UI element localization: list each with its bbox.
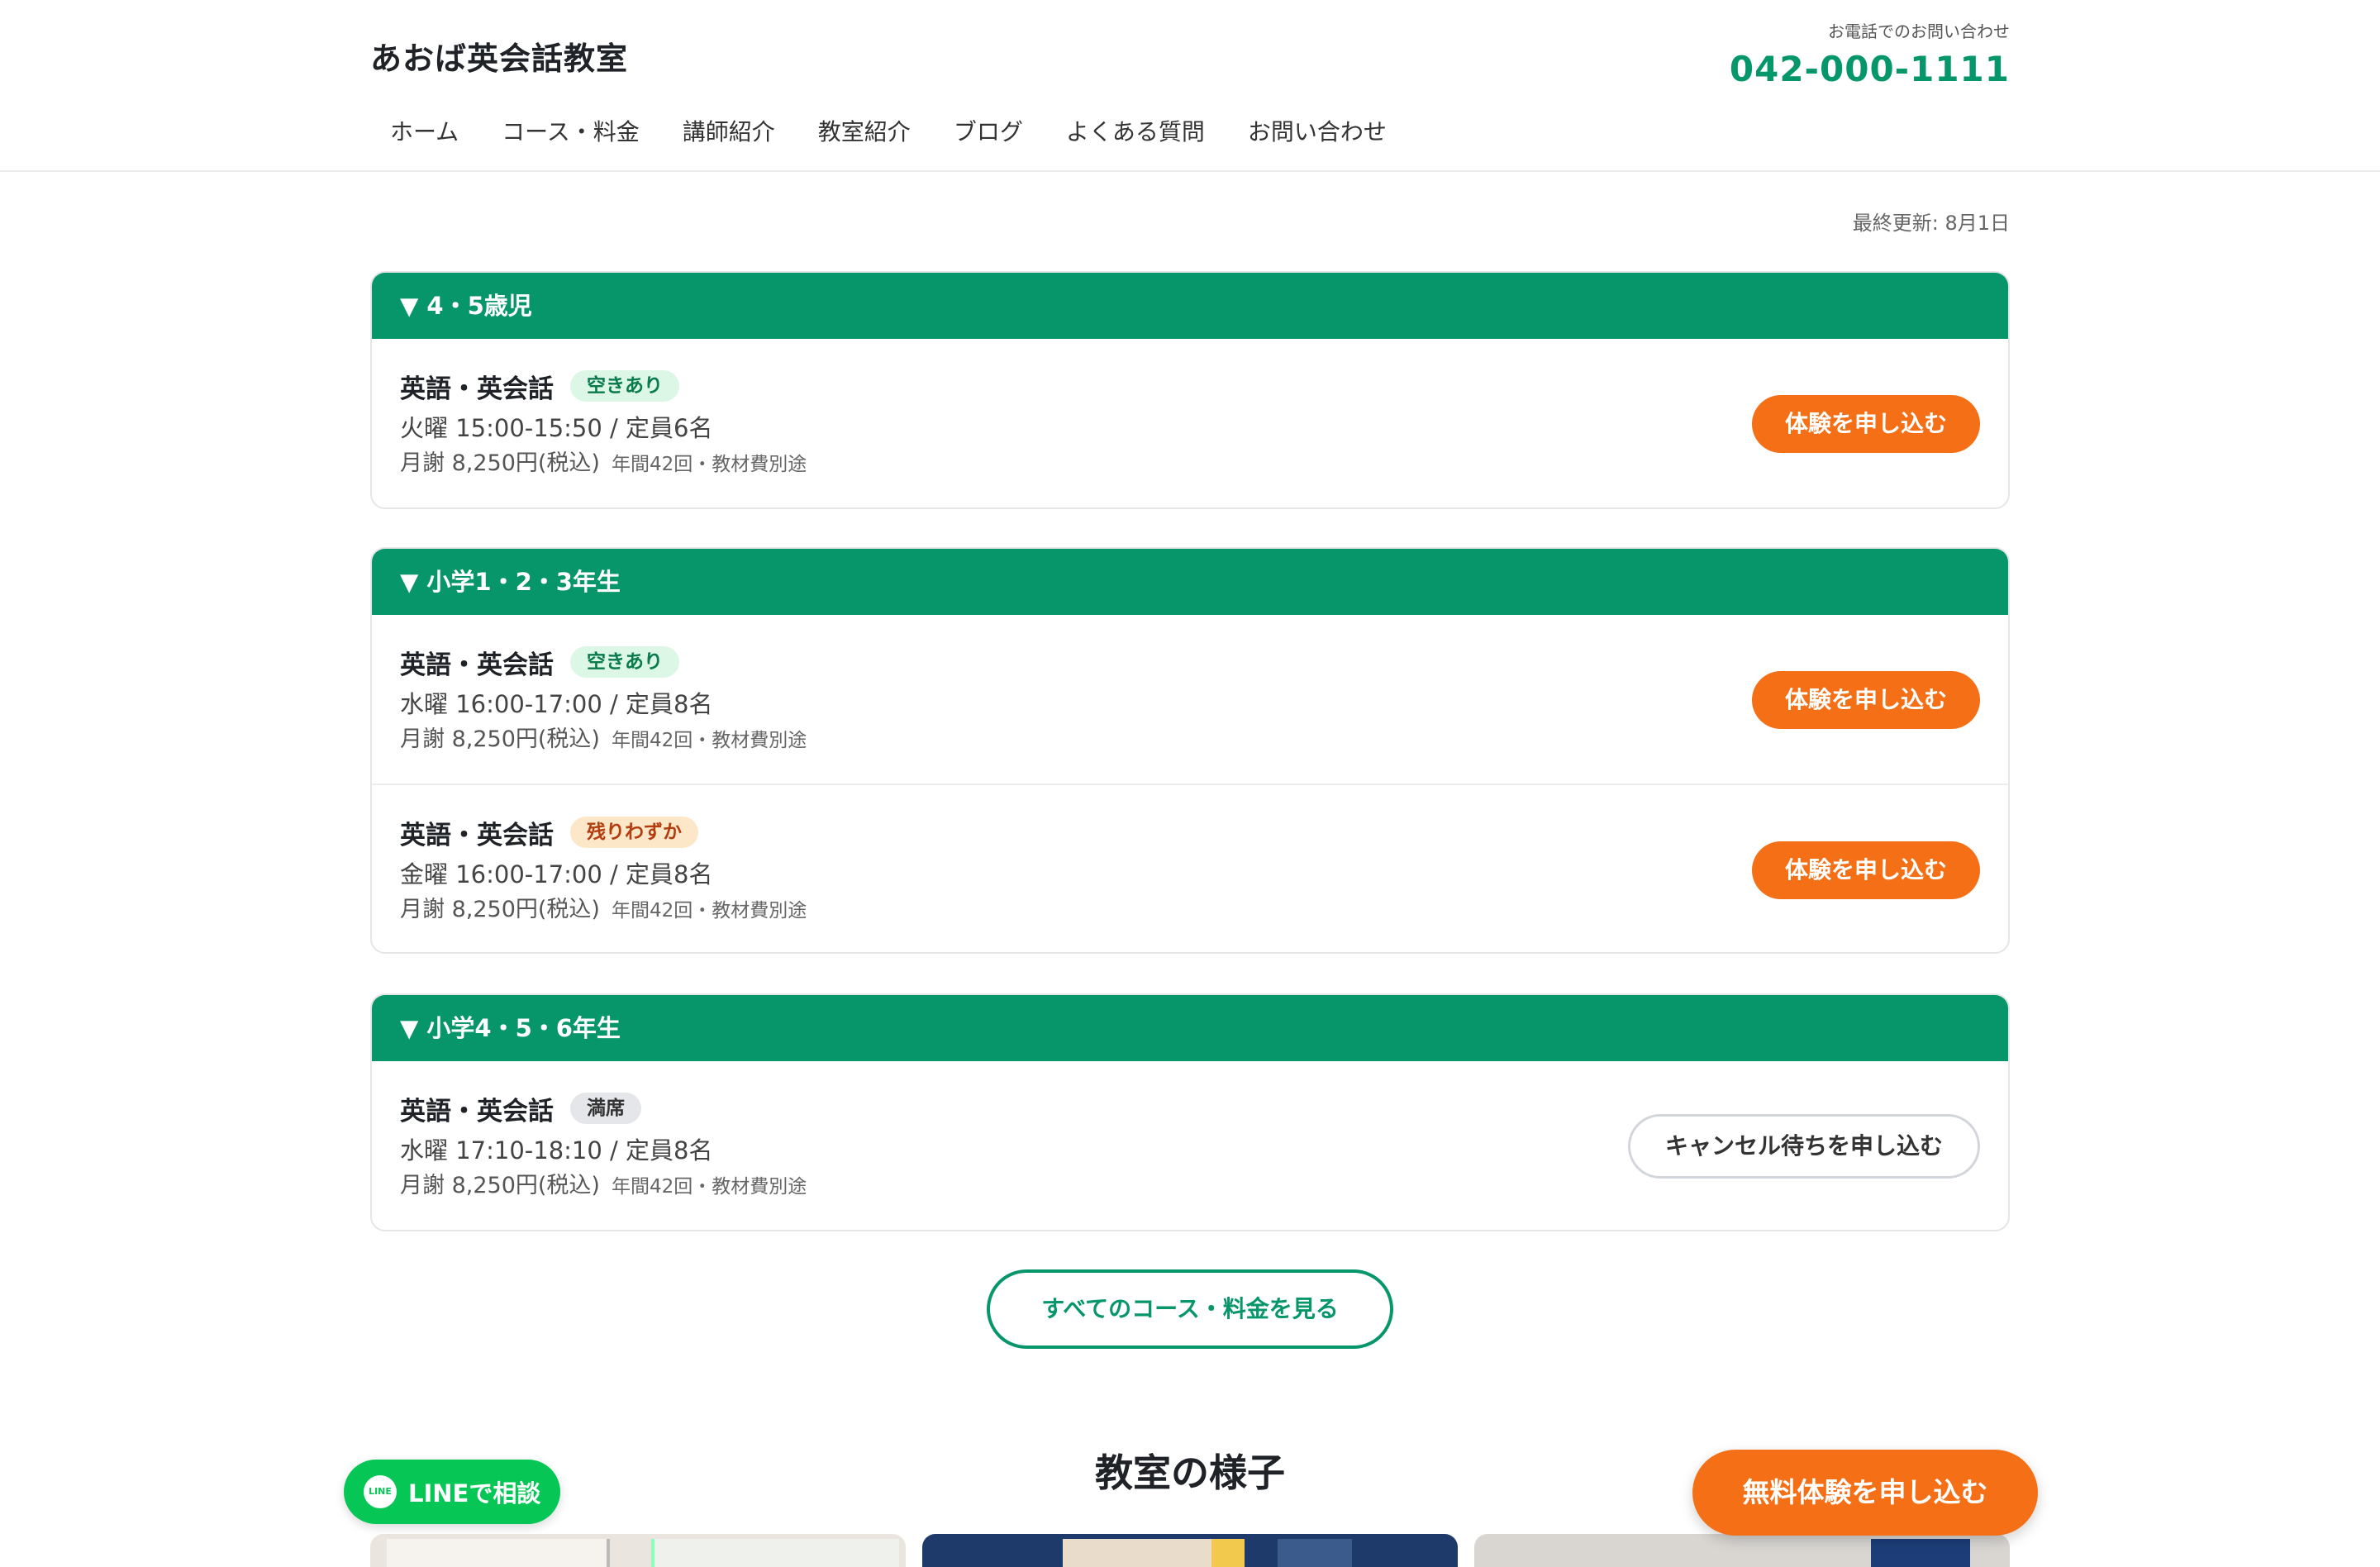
- site-header: あおば英会話教室 ホーム コース・料金 講師紹介 教室紹介 ブログ よくある質問…: [0, 0, 2380, 172]
- contact-label: お電話でのお問い合わせ: [1828, 21, 2010, 41]
- course-name: 英語・英会話: [400, 1096, 554, 1126]
- apply-trial-button[interactable]: 体験を申し込む: [1751, 671, 1980, 729]
- main-nav: ホーム コース・料金 講師紹介 教室紹介 ブログ よくある質問 お問い合わせ: [370, 112, 1408, 152]
- course-fee-note: 年間42回・教材費別途: [611, 454, 807, 475]
- all-courses-button[interactable]: すべてのコース・料金を見る: [987, 1269, 1393, 1349]
- course-row: 英語・英会話 空きあり 水曜 16:00-17:00 / 定員8名 月謝 8,2…: [372, 615, 2008, 784]
- classroom-image-detail: [1278, 1539, 1352, 1567]
- classroom-photos: [370, 1534, 2010, 1567]
- nav-item-contact[interactable]: お問い合わせ: [1226, 112, 1408, 152]
- line-icon: LINE: [364, 1475, 397, 1508]
- group-header: ▼ 小学4・5・6年生: [372, 995, 2008, 1061]
- nav-item-home[interactable]: ホーム: [370, 112, 480, 152]
- course-fee: 月謝 8,250円(税込): [400, 1173, 600, 1198]
- status-badge: 空きあり: [570, 370, 679, 402]
- status-badge: 残りわずか: [570, 817, 698, 848]
- nav-item-courses[interactable]: コース・料金: [480, 112, 661, 152]
- classroom-photo[interactable]: [1474, 1534, 2010, 1567]
- group-header: ▼ 小学1・2・3年生: [372, 549, 2008, 615]
- course-group: ▼ 4・5歳児 英語・英会話 空きあり 火曜 15:00-15:50 / 定員6…: [370, 271, 2010, 509]
- whiteboard-image: [387, 1539, 610, 1567]
- nav-item-school[interactable]: 教室紹介: [797, 112, 932, 152]
- waitlist-button[interactable]: キャンセル待ちを申し込む: [1627, 1114, 1980, 1179]
- course-schedule: 水曜 16:00-17:00 / 定員8名: [400, 690, 713, 718]
- course-fee-note: 年間42回・教材費別途: [611, 1176, 807, 1198]
- nav-item-faq[interactable]: よくある質問: [1045, 112, 1226, 152]
- free-trial-button[interactable]: 無料体験を申し込む: [1692, 1450, 2038, 1536]
- course-row: 英語・英会話 空きあり 火曜 15:00-15:50 / 定員6名 月謝 8,2…: [372, 339, 2008, 507]
- status-badge: 空きあり: [570, 646, 679, 678]
- line-button-label: LINEで相談: [408, 1479, 541, 1507]
- course-schedule: 火曜 15:00-15:50 / 定員6名: [400, 414, 713, 442]
- course-row: 英語・英会話 残りわずか 金曜 16:00-17:00 / 定員8名 月謝 8,…: [372, 784, 2008, 952]
- course-schedule: 金曜 16:00-17:00 / 定員8名: [400, 860, 713, 888]
- course-name: 英語・英会話: [400, 650, 554, 680]
- course-name: 英語・英会話: [400, 374, 554, 404]
- course-fee: 月謝 8,250円(税込): [400, 726, 600, 752]
- classroom-image-detail: [1211, 1539, 1245, 1567]
- course-group: ▼ 小学4・5・6年生 英語・英会話 満席 水曜 17:10-18:10 / 定…: [370, 993, 2010, 1231]
- textbook-image: [1871, 1539, 1970, 1567]
- course-fee: 月謝 8,250円(税込): [400, 897, 600, 922]
- nav-item-blog[interactable]: ブログ: [932, 112, 1045, 152]
- course-fee: 月謝 8,250円(税込): [400, 450, 600, 476]
- apply-trial-button[interactable]: 体験を申し込む: [1751, 395, 1980, 453]
- classroom-image-detail: [1063, 1539, 1220, 1567]
- whiteboard-image: [651, 1539, 899, 1567]
- course-fee-note: 年間42回・教材費別途: [611, 900, 807, 922]
- classroom-photo[interactable]: [370, 1534, 906, 1567]
- site-title[interactable]: あおば英会話教室: [370, 33, 628, 79]
- group-header: ▼ 4・5歳児: [372, 273, 2008, 339]
- classroom-photo[interactable]: [922, 1534, 1458, 1567]
- contact-phone[interactable]: 042-000-1111: [1730, 49, 2010, 89]
- course-group: ▼ 小学1・2・3年生 英語・英会話 空きあり 水曜 16:00-17:00 /…: [370, 547, 2010, 954]
- last-updated: 最終更新: 8月1日: [1852, 212, 2010, 235]
- status-badge: 満席: [570, 1093, 641, 1124]
- phone-contact: お電話でのお問い合わせ 042-000-1111: [1730, 18, 2010, 89]
- line-consult-button[interactable]: LINE LINEで相談: [344, 1460, 560, 1524]
- course-row: 英語・英会話 満席 水曜 17:10-18:10 / 定員8名 月謝 8,250…: [372, 1061, 2008, 1230]
- course-name: 英語・英会話: [400, 820, 554, 850]
- course-fee-note: 年間42回・教材費別途: [611, 730, 807, 751]
- nav-item-teachers[interactable]: 講師紹介: [661, 112, 797, 152]
- apply-trial-button[interactable]: 体験を申し込む: [1751, 841, 1980, 899]
